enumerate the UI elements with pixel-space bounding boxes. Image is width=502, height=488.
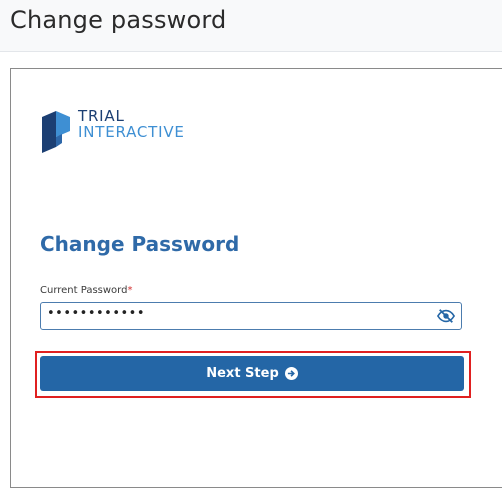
current-password-input[interactable]: ••••••••••••: [40, 302, 462, 330]
next-step-button[interactable]: Next Step: [40, 356, 464, 391]
logo-text-interactive: INTERACTIVE: [78, 123, 185, 141]
trial-interactive-logo: TRIAL INTERACTIVE: [40, 107, 220, 159]
arrow-circle-right-icon: [284, 367, 298, 380]
logo-mark-icon: [42, 111, 70, 153]
eye-slash-icon[interactable]: [437, 308, 455, 324]
top-bar: Change password: [0, 0, 502, 52]
current-password-label: Current Password*: [40, 285, 132, 296]
form-title: Change Password: [40, 232, 240, 256]
next-step-label: Next Step: [206, 366, 279, 381]
current-password-label-text: Current Password: [40, 285, 128, 296]
required-marker: *: [127, 285, 133, 296]
current-password-value: ••••••••••••: [47, 306, 146, 321]
page-title: Change password: [10, 6, 227, 34]
